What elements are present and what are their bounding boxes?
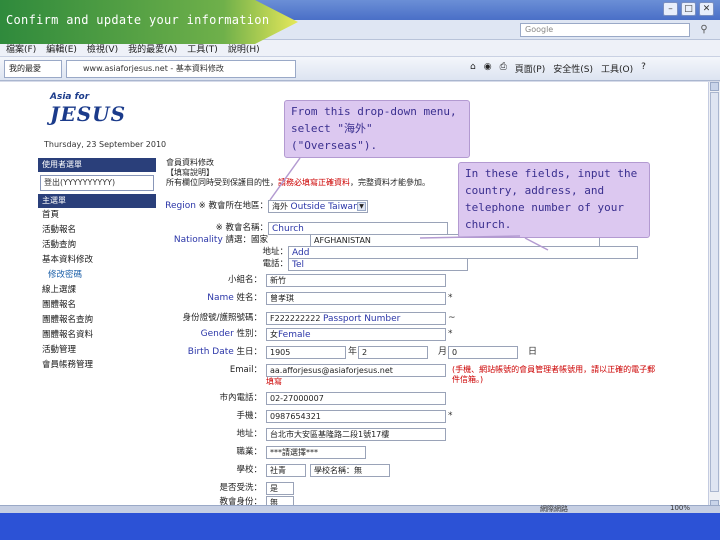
sidebar-user-header: 使用者選單	[38, 158, 156, 172]
window-controls: – □ ✕	[663, 2, 714, 16]
school-name-input[interactable]: 學校名稱：無	[310, 464, 390, 477]
church-phone-input[interactable]: Tel	[288, 258, 468, 271]
gender-select[interactable]: 女Female	[266, 328, 446, 341]
logo-top-text: Asia for	[50, 92, 90, 102]
scroll-thumb[interactable]	[710, 92, 719, 492]
name-input[interactable]: 曾孝琪	[266, 292, 446, 305]
sidebar-item-activity-admin[interactable]: 活動管理	[38, 343, 156, 358]
sidebar-item-billing[interactable]: 會員帳務管理	[38, 358, 156, 373]
passport-row: 身份證號/護照號碼： F222222222 Passport Number ~	[150, 310, 650, 326]
email-row: Email： aa.afforjesus@asiaforjesus.net (手…	[150, 362, 655, 386]
birth-label: Birth Date 生日：	[187, 347, 262, 357]
slide-bottom-band	[0, 513, 720, 540]
passport-input[interactable]: F222222222 Passport Number	[266, 312, 446, 325]
date-line: Thursday, 23 September 2010	[44, 140, 167, 149]
job-row: 職業： ***請選擇***	[150, 444, 650, 460]
email-input[interactable]: aa.afforjesus@asiaforjesus.net	[266, 364, 446, 377]
group-label: 小組名：	[227, 275, 262, 285]
group-input[interactable]: 新竹	[266, 274, 446, 287]
year-unit: 年	[348, 347, 358, 357]
home-phone-label: 市內電話：	[219, 393, 262, 403]
mobile-row: 手機： 0987654321 *	[150, 408, 650, 424]
required-star: *	[448, 293, 453, 303]
page-menu[interactable]: 頁面(P)	[515, 62, 545, 75]
birth-year-select[interactable]: 1905	[266, 346, 346, 359]
sidebar-item-group-register[interactable]: 團體報名	[38, 298, 156, 313]
day-unit: 日	[528, 347, 538, 357]
sidebar: 使用者選單 登出(YYYYYYYYYY) 主選單 首頁 活動報名 活動查詢 基本…	[38, 158, 156, 373]
email-note-2: 填寫	[266, 377, 282, 386]
gender-row: Gender 性別： 女Female *	[150, 326, 650, 342]
logo-main-text: JESUS	[50, 102, 127, 126]
slide-title: Confirm and update your information	[6, 13, 270, 27]
name-label: Name 姓名：	[207, 293, 262, 303]
sidebar-item-register[interactable]: 活動報名	[38, 223, 156, 238]
search-input[interactable]: Google	[520, 23, 690, 37]
month-unit: 月	[438, 347, 448, 357]
home-phone-input[interactable]: 02-27000007	[266, 392, 446, 405]
school-row: 學校： 社青 學校名稱：無	[150, 462, 650, 478]
job-select[interactable]: ***請選擇***	[266, 446, 366, 459]
gender-label: Gender 性別：	[200, 329, 262, 339]
status-zoom[interactable]: 100%	[670, 504, 690, 512]
phone-row: 電話： Tel	[150, 256, 650, 272]
sidebar-item-course[interactable]: 線上選課	[38, 283, 156, 298]
required-star: ~	[448, 313, 456, 323]
required-star: *	[448, 411, 453, 421]
status-bar: 網際網路 100%	[0, 504, 720, 513]
mobile-input[interactable]: 0987654321	[266, 410, 446, 423]
vertical-scrollbar[interactable]	[708, 82, 720, 512]
callout-fields: In these fields, input the country, addr…	[458, 162, 650, 238]
phone-label: 電話：	[262, 259, 288, 269]
sidebar-main-header: 主選單	[38, 194, 156, 208]
home-address-input[interactable]: 台北市大安區基隆路二段1號17樓	[266, 428, 446, 441]
scroll-up-icon[interactable]	[710, 82, 719, 91]
sidebar-item-query[interactable]: 活動查詢	[38, 238, 156, 253]
chevron-down-icon: ▼	[357, 202, 366, 211]
safety-menu[interactable]: 安全性(S)	[553, 62, 593, 75]
help-icon[interactable]: ?	[641, 62, 646, 75]
email-note: (手機、網站帳號的會員管理者帳號用，請以正確的電子郵件信箱。)	[452, 365, 656, 384]
sidebar-item-group-data[interactable]: 團體報名資料	[38, 328, 156, 343]
job-label: 職業：	[236, 447, 262, 457]
mobile-label: 手機：	[236, 411, 262, 421]
logout-link[interactable]: 登出(YYYYYYYYYY)	[40, 175, 154, 191]
sidebar-item-group-query[interactable]: 團體報名查詢	[38, 313, 156, 328]
school-select[interactable]: 社青	[266, 464, 306, 477]
region-select[interactable]: 海外 Outside Taiwan ▼	[268, 200, 368, 213]
close-icon[interactable]: ✕	[699, 2, 714, 16]
required-star: *	[448, 329, 453, 339]
required-note: 請務必填寫正確資料	[278, 178, 350, 187]
name-row: Name 姓名： 曾孝琪 *	[150, 290, 650, 306]
group-row: 小組名： 新竹	[150, 272, 650, 288]
command-bar: ⌂ ◉ ⎙ 頁面(P) 安全性(S) 工具(O) ?	[470, 62, 646, 75]
school-label: 學校：	[236, 465, 262, 475]
sidebar-item-profile[interactable]: 基本資料修改	[38, 253, 156, 268]
feed-icon[interactable]: ◉	[484, 62, 492, 75]
home-address-label: 地址：	[236, 429, 262, 439]
passport-label: 身份證號/護照號碼：	[182, 313, 262, 323]
browser-toolbar: 我的最愛 www.asiaforjesus.net - 基本資料修改 ⌂ ◉ ⎙…	[0, 57, 720, 81]
home-phone-row: 市內電話： 02-27000007	[150, 390, 650, 406]
sidebar-item-password[interactable]: 修改密碼	[38, 268, 156, 283]
search-icon[interactable]: ⚲	[694, 23, 714, 37]
sidebar-item-home[interactable]: 首頁	[38, 208, 156, 223]
callout-dropdown: From this drop-down menu, select "海外" ("…	[284, 100, 470, 158]
home-address-row: 地址： 台北市大安區基隆路二段1號17樓	[150, 426, 650, 442]
maximize-icon[interactable]: □	[681, 2, 696, 16]
tools-menu[interactable]: 工具(O)	[601, 62, 633, 75]
region-label: Region ※ 教會所在地區：	[165, 201, 268, 211]
site-logo[interactable]: Asia for JESUS	[50, 92, 132, 126]
slide-title-banner: Confirm and update your information	[0, 0, 300, 44]
print-icon[interactable]: ⎙	[500, 62, 507, 75]
minimize-icon[interactable]: –	[663, 2, 678, 16]
favorites-button[interactable]: 我的最愛	[4, 60, 62, 78]
home-icon[interactable]: ⌂	[470, 62, 476, 75]
birth-day-select[interactable]: 0	[448, 346, 518, 359]
birth-row: Birth Date 生日： 1905 年 2 月 0 日	[150, 344, 650, 360]
email-label: Email：	[229, 365, 262, 375]
browser-tab[interactable]: www.asiaforjesus.net - 基本資料修改	[66, 60, 296, 78]
birth-month-select[interactable]: 2	[358, 346, 428, 359]
